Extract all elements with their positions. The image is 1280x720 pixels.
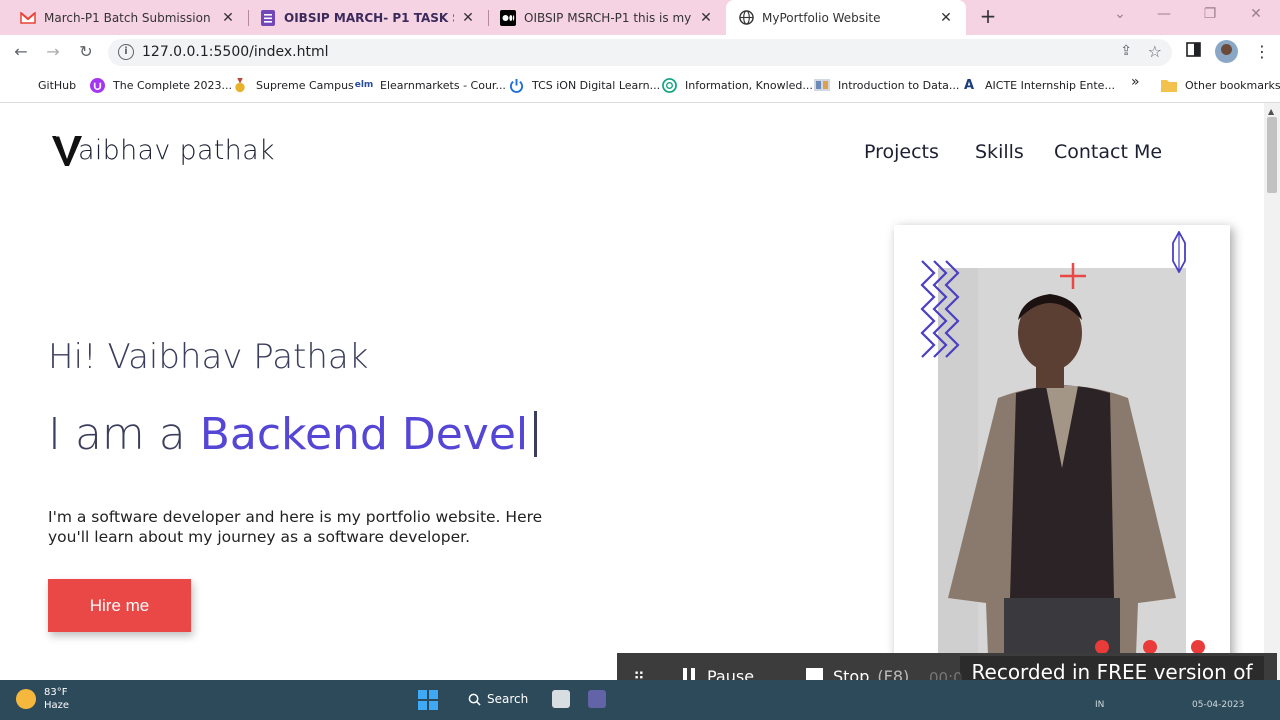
- share-icon[interactable]: ⇪: [1120, 43, 1132, 59]
- hero-greeting: Hi! Vaibhav Pathak: [48, 337, 369, 377]
- address-bar[interactable]: i 127.0.0.1:5500/index.html ⇪ ☆: [108, 39, 1172, 66]
- bookmark-supreme-campus[interactable]: Supreme Campus: [232, 77, 354, 93]
- tab-medium[interactable]: OIBSIP MSRCH-P1 this is my blog ab ✕: [488, 0, 726, 35]
- bookmarks-bar: GitHub The Complete 2023... Supreme Camp…: [0, 69, 1280, 103]
- tab-forms[interactable]: OIBSIP MARCH- P1 TASK SUBMISSI ✕: [248, 0, 488, 35]
- teams-icon[interactable]: [588, 690, 606, 708]
- url-text[interactable]: 127.0.0.1:5500/index.html: [142, 44, 329, 60]
- globe-icon: [738, 10, 754, 26]
- bookmark-label: TCS iON Digital Learn...: [532, 78, 661, 92]
- site-logo[interactable]: aibhav pathak: [52, 133, 275, 167]
- bookmarks-overflow[interactable]: »: [1131, 74, 1140, 90]
- tab-title: OIBSIP MSRCH-P1 this is my blog ab: [524, 10, 692, 25]
- close-window-icon[interactable]: ✕: [1244, 6, 1268, 26]
- gmail-icon: [20, 10, 36, 26]
- menu-kebab-icon[interactable]: ⋮: [1254, 42, 1270, 61]
- browser-tab-strip: March-P1 Batch Submission 👍 - va ✕ OIBSI…: [0, 0, 1280, 35]
- nav-contact-me[interactable]: Contact Me: [1054, 141, 1162, 163]
- tab-gmail[interactable]: March-P1 Batch Submission 👍 - va ✕: [8, 0, 248, 35]
- scroll-up-icon[interactable]: ▲: [1268, 107, 1274, 116]
- weather-temp: 83°F: [44, 687, 68, 698]
- minimize-icon[interactable]: —: [1152, 6, 1176, 26]
- typing-caret: [534, 411, 538, 457]
- close-icon[interactable]: ✕: [938, 10, 954, 26]
- bookmark-label: AICTE Internship Ente...: [985, 78, 1115, 92]
- back-icon[interactable]: ←: [10, 41, 32, 63]
- forward-icon[interactable]: →: [42, 41, 64, 63]
- side-panel-icon[interactable]: [1186, 42, 1201, 61]
- profile-avatar[interactable]: [1215, 40, 1238, 63]
- forms-icon: [260, 9, 276, 26]
- new-tab-button[interactable]: +: [976, 4, 1000, 30]
- taskbar-search[interactable]: Search: [468, 692, 528, 706]
- weather-widget[interactable]: 83°F Haze: [16, 686, 69, 712]
- haze-sun-icon: [16, 689, 36, 709]
- bookmark-elearnmarkets[interactable]: elm Elearnmarkets - Cour...: [354, 77, 506, 93]
- bookmark-complete-2023[interactable]: The Complete 2023...: [89, 77, 232, 93]
- nav-projects[interactable]: Projects: [864, 141, 939, 163]
- chatgpt-icon: [661, 77, 677, 93]
- v-logo-icon: [52, 133, 82, 167]
- zigzag-decoration-icon: [920, 260, 960, 358]
- bookmark-intro-data[interactable]: Introduction to Data...: [814, 77, 959, 93]
- bookmark-label: Information, Knowled...: [685, 78, 813, 92]
- bookmark-tcs-ion[interactable]: TCS iON Digital Learn...: [508, 77, 660, 93]
- search-icon: [468, 693, 481, 706]
- hire-me-button[interactable]: Hire me: [48, 579, 191, 632]
- hero-intro: I'm a software developer and here is my …: [48, 508, 543, 546]
- bookmark-label: Elearnmarkets - Cour...: [380, 78, 506, 92]
- bookmark-aicte[interactable]: A AICTE Internship Ente...: [961, 77, 1115, 93]
- elm-icon: elm: [354, 80, 374, 90]
- folder-icon: [1161, 77, 1177, 93]
- nav-skills[interactable]: Skills: [975, 141, 1024, 163]
- close-icon[interactable]: ✕: [698, 10, 714, 26]
- udemy-icon: [89, 77, 105, 93]
- site-info-icon[interactable]: i: [118, 44, 134, 60]
- medium-icon: [500, 9, 516, 26]
- restore-icon[interactable]: ❐: [1198, 6, 1222, 26]
- tab-title: March-P1 Batch Submission 👍 - va: [44, 10, 214, 25]
- bookmark-label: Introduction to Data...: [838, 78, 960, 92]
- weather-text: 83°F Haze: [44, 686, 69, 712]
- weather-condition: Haze: [44, 700, 70, 711]
- crystal-decoration-icon: [1172, 231, 1186, 273]
- power-icon: [508, 77, 524, 93]
- portfolio-page: aibhav pathak Projects Skills Contact Me…: [0, 103, 1264, 680]
- tab-title: OIBSIP MARCH- P1 TASK SUBMISSI: [284, 10, 454, 25]
- bookmark-github[interactable]: GitHub: [14, 77, 76, 93]
- logo-text: aibhav pathak: [78, 134, 275, 166]
- page-scrollbar[interactable]: ▲: [1264, 103, 1280, 680]
- course-icon: [814, 77, 830, 93]
- profile-photo: [938, 268, 1186, 680]
- search-label: Search: [487, 692, 529, 706]
- reload-icon[interactable]: ↻: [75, 41, 97, 63]
- headline-prefix: I am a: [48, 409, 200, 460]
- browser-toolbar: ← → ↻ i 127.0.0.1:5500/index.html ⇪ ☆ ⋮: [0, 35, 1280, 69]
- hero-typing-headline: I am a Backend Devel: [48, 409, 538, 460]
- bookmark-information[interactable]: Information, Knowled...: [661, 77, 813, 93]
- bookmark-label: Other bookmarks: [1185, 78, 1280, 92]
- profile-photo-card: [894, 225, 1230, 680]
- bookmark-other[interactable]: Other bookmarks: [1161, 77, 1280, 93]
- language-indicator[interactable]: IN: [1095, 700, 1104, 710]
- tab-myportfolio[interactable]: MyPortfolio Website ✕: [726, 0, 966, 35]
- bookmark-star-icon[interactable]: ☆: [1148, 42, 1162, 61]
- windows-start-icon[interactable]: [418, 690, 438, 710]
- taskbar-date[interactable]: 05-04-2023: [1192, 700, 1244, 710]
- close-icon[interactable]: ✕: [460, 10, 476, 26]
- medal-icon: [232, 77, 248, 93]
- aicte-icon: A: [963, 77, 975, 93]
- task-view-icon[interactable]: [552, 690, 570, 708]
- typed-role: Backend Devel: [199, 409, 529, 460]
- close-icon[interactable]: ✕: [220, 10, 236, 26]
- bookmark-label: GitHub: [38, 78, 77, 92]
- bookmark-label: The Complete 2023...: [113, 78, 232, 92]
- bookmark-label: Supreme Campus: [256, 78, 354, 92]
- windows-taskbar: 83°F Haze Search IN 05-04-2023: [0, 680, 1280, 720]
- plus-decoration-icon: [1060, 263, 1086, 289]
- tab-search-icon[interactable]: ⌄: [1108, 6, 1132, 26]
- scrollbar-thumb[interactable]: [1267, 117, 1277, 193]
- tab-title: MyPortfolio Website: [762, 10, 881, 25]
